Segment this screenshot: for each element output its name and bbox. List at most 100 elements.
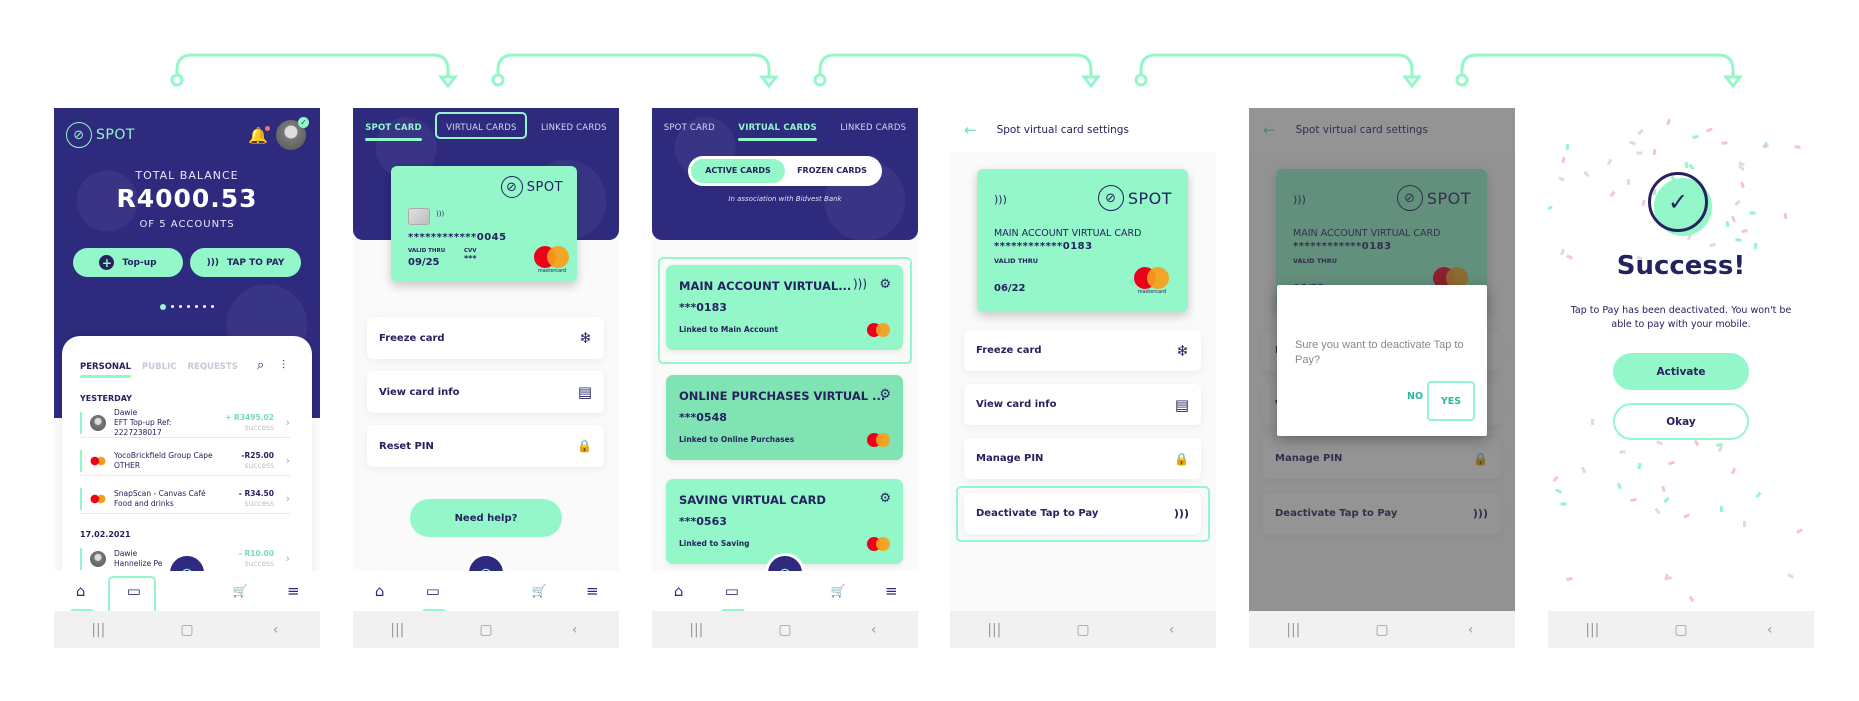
confetti-piece bbox=[1683, 513, 1690, 519]
virtual-card-preview: ))) ⊘SPOT MAIN ACCOUNT VIRTUAL CARD ****… bbox=[977, 169, 1188, 312]
tab-personal[interactable]: PERSONAL bbox=[80, 362, 132, 378]
nav-cards[interactable]: ▭ bbox=[413, 576, 453, 612]
gear-icon[interactable]: ⚙ bbox=[879, 277, 891, 292]
card-tabs: SPOT CARD VIRTUAL CARDS LINKED CARDS bbox=[353, 119, 619, 141]
filter-icon[interactable]: ⫶ bbox=[282, 358, 285, 373]
tab-linked-cards[interactable]: LINKED CARDS bbox=[836, 119, 910, 137]
confetti-piece bbox=[1619, 450, 1626, 454]
system-home-icon[interactable]: ▢ bbox=[466, 622, 506, 638]
recent-apps-icon[interactable]: ||| bbox=[377, 622, 417, 638]
virtual-card-online[interactable]: ONLINE PURCHASES VIRTUAL ... ⚙ ***0548 L… bbox=[666, 375, 903, 460]
chevron-right-icon: › bbox=[285, 552, 290, 565]
system-home-icon[interactable]: ▢ bbox=[1661, 622, 1701, 638]
nav-menu[interactable]: ≡ bbox=[871, 576, 911, 606]
option-reset-pin[interactable]: Reset PIN 🔒 bbox=[367, 425, 604, 467]
no-button[interactable]: NO bbox=[1407, 391, 1423, 402]
group-header: YESTERDAY bbox=[80, 394, 132, 403]
transaction-row[interactable]: Dawie EFT Top-up Ref: 2227238017 + R3495.0… bbox=[80, 408, 290, 438]
carousel-dot[interactable] bbox=[187, 305, 190, 308]
back-arrow-icon[interactable]: ← bbox=[964, 121, 977, 139]
nav-home[interactable]: ⌂ bbox=[659, 576, 699, 606]
carousel-dots[interactable] bbox=[54, 304, 320, 310]
system-nav-bar: ||| ▢ ‹ bbox=[353, 611, 619, 648]
nav-home[interactable]: ⌂ bbox=[360, 576, 400, 606]
carousel-dot[interactable] bbox=[211, 305, 214, 308]
system-back-icon[interactable]: ‹ bbox=[1451, 622, 1491, 638]
confetti-piece bbox=[1630, 497, 1637, 503]
carousel-dot[interactable] bbox=[171, 305, 174, 308]
card-number: ************0183 bbox=[994, 241, 1093, 252]
carousel-dot[interactable] bbox=[179, 305, 182, 308]
nav-cart[interactable]: 🛒 bbox=[519, 576, 559, 606]
transaction-detail: Food and drinks bbox=[114, 498, 174, 508]
spot-logo: ⊘SPOT bbox=[66, 122, 135, 148]
recent-apps-icon[interactable]: ||| bbox=[974, 622, 1014, 638]
tab-spot-card[interactable]: SPOT CARD bbox=[361, 119, 426, 141]
confetti-piece bbox=[1626, 178, 1631, 186]
topup-button[interactable]: + Top-up bbox=[73, 248, 183, 277]
option-freeze-card[interactable]: Freeze card❄ bbox=[367, 317, 604, 359]
card-number: ***0183 bbox=[679, 301, 727, 314]
system-home-icon[interactable]: ▢ bbox=[765, 622, 805, 638]
virtual-card-main[interactable]: MAIN ACCOUNT VIRTUAL... ))) ⚙ ***0183 Li… bbox=[666, 265, 903, 350]
transaction-status: success bbox=[244, 558, 274, 568]
nav-cards[interactable]: ▭ bbox=[712, 576, 752, 612]
spot-logo: ⊘SPOT bbox=[1097, 185, 1172, 211]
option-view-card-info[interactable]: View card info▤ bbox=[367, 371, 604, 413]
recent-apps-icon[interactable]: ||| bbox=[1273, 622, 1313, 638]
avatar[interactable] bbox=[276, 117, 309, 150]
nav-home[interactable]: ⌂ bbox=[61, 576, 101, 612]
system-back-icon[interactable]: ‹ bbox=[1750, 622, 1790, 638]
segment-frozen-cards[interactable]: FROZEN CARDS bbox=[785, 159, 879, 183]
system-back-icon[interactable]: ‹ bbox=[854, 622, 894, 638]
recent-apps-icon[interactable]: ||| bbox=[676, 622, 716, 638]
transaction-detail: OTHER bbox=[114, 460, 141, 470]
carousel-dot[interactable] bbox=[160, 304, 166, 310]
option-view-card-info[interactable]: View card info▤ bbox=[964, 384, 1201, 425]
gear-icon[interactable]: ⚙ bbox=[879, 387, 891, 402]
search-icon[interactable]: ⌕ bbox=[257, 358, 264, 373]
tab-spot-card[interactable]: SPOT CARD bbox=[660, 119, 719, 137]
tap-to-pay-button[interactable]: ))) TAP TO PAY bbox=[190, 248, 301, 277]
carousel-dot[interactable] bbox=[203, 305, 206, 308]
system-back-icon[interactable]: ‹ bbox=[555, 622, 595, 638]
confetti-piece bbox=[1794, 145, 1801, 149]
tab-linked-cards[interactable]: LINKED CARDS bbox=[537, 119, 611, 137]
recent-apps-icon[interactable]: ||| bbox=[1572, 622, 1612, 638]
confetti-piece bbox=[1693, 439, 1700, 447]
system-back-icon[interactable]: ‹ bbox=[256, 622, 296, 638]
gear-icon[interactable]: ⚙ bbox=[879, 491, 891, 506]
nav-menu[interactable]: ≡ bbox=[273, 576, 313, 606]
tab-public[interactable]: PUBLIC bbox=[142, 362, 176, 372]
yes-button[interactable]: YES bbox=[1427, 381, 1475, 421]
need-help-button[interactable]: Need help? bbox=[410, 499, 562, 537]
system-home-icon[interactable]: ▢ bbox=[1362, 622, 1402, 638]
system-home-icon[interactable]: ▢ bbox=[167, 622, 207, 638]
option-freeze-card[interactable]: Freeze card❄ bbox=[964, 330, 1201, 371]
nav-menu[interactable]: ≡ bbox=[572, 576, 612, 606]
notification-bell-icon[interactable]: 🔔 bbox=[248, 126, 270, 145]
spot-physical-card[interactable]: ⊘ SPOT ))) ************0045 VALID THRU CV… bbox=[391, 166, 577, 282]
activate-button[interactable]: Activate bbox=[1613, 353, 1749, 390]
nav-cards[interactable]: ▭ bbox=[114, 576, 154, 606]
segment-active-cards[interactable]: ACTIVE CARDS bbox=[691, 159, 785, 183]
system-home-icon[interactable]: ▢ bbox=[1063, 622, 1103, 638]
tab-virtual-cards[interactable]: VIRTUAL CARDS bbox=[442, 119, 520, 137]
tab-virtual-cards[interactable]: VIRTUAL CARDS bbox=[734, 119, 820, 141]
nav-cart[interactable]: 🛒 bbox=[220, 576, 260, 606]
okay-button[interactable]: Okay bbox=[1613, 403, 1749, 440]
system-back-icon[interactable]: ‹ bbox=[1152, 622, 1192, 638]
transaction-row[interactable]: SnapScan - Canvas Café Food and drinks - R… bbox=[80, 484, 290, 514]
carousel-dot[interactable] bbox=[195, 305, 198, 308]
virtual-card-saving[interactable]: SAVING VIRTUAL CARD ⚙ ***0563 Linked to … bbox=[666, 479, 903, 564]
tab-requests[interactable]: REQUESTS bbox=[187, 362, 237, 372]
nav-cart[interactable]: 🛒 bbox=[818, 576, 858, 606]
confetti-piece bbox=[1617, 482, 1622, 490]
recent-apps-icon[interactable]: ||| bbox=[78, 622, 118, 638]
option-manage-pin[interactable]: Manage PIN🔒 bbox=[964, 438, 1201, 479]
menu-icon: ≡ bbox=[586, 582, 599, 600]
card-name: MAIN ACCOUNT VIRTUAL CARD bbox=[994, 228, 1142, 239]
cards-icon: ▭ bbox=[724, 582, 739, 600]
transaction-row[interactable]: YocoBrickfield Group Cape OTHER -R25.00 suc… bbox=[80, 446, 290, 476]
option-deactivate-tap-to-pay[interactable]: Deactivate Tap to Pay))) bbox=[964, 493, 1201, 534]
